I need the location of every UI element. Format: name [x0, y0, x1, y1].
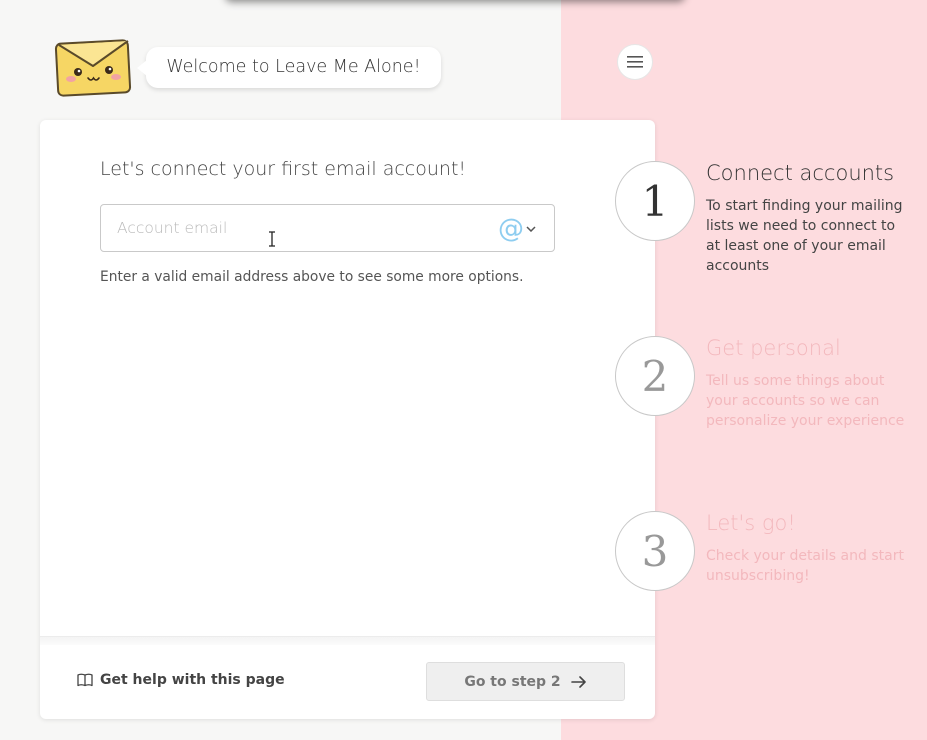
menu-button[interactable]	[617, 44, 653, 80]
step-description: To start finding your mailing lists we n…	[706, 198, 903, 274]
help-link[interactable]: Get help with this page	[77, 672, 285, 688]
step-number-circle: 3	[615, 511, 695, 591]
card-footer-divider	[40, 636, 655, 645]
step-title: Get personal	[706, 336, 841, 360]
chevron-down-icon	[526, 226, 536, 232]
email-hint-text: Enter a valid email address above to see…	[100, 269, 524, 285]
book-icon	[77, 673, 93, 687]
at-sign-icon: @	[498, 214, 524, 244]
step-number-circle: 1	[615, 161, 695, 241]
step-description: Check your details and start unsubscribi…	[706, 548, 904, 584]
step-title: Let's go!	[706, 511, 796, 535]
help-link-label: Get help with this page	[100, 672, 285, 688]
arrow-right-icon	[570, 675, 586, 688]
connect-account-card: Let's connect your first email account! …	[40, 120, 655, 719]
account-email-input[interactable]	[100, 204, 555, 252]
welcome-speech-bubble: Welcome to Leave Me Alone!	[137, 47, 441, 88]
card-heading: Let's connect your first email account!	[100, 158, 467, 180]
text-cursor-icon	[269, 231, 275, 247]
next-button-label: Go to step 2	[464, 673, 561, 690]
step-title: Connect accounts	[706, 161, 895, 185]
envelope-mascot-icon	[54, 39, 132, 97]
email-provider-dropdown[interactable]: @	[498, 216, 536, 242]
hamburger-icon	[627, 56, 643, 68]
step-description: Tell us some things about your accounts …	[706, 373, 905, 429]
go-to-step-2-button[interactable]: Go to step 2	[426, 662, 625, 701]
step-number-circle: 2	[615, 336, 695, 416]
